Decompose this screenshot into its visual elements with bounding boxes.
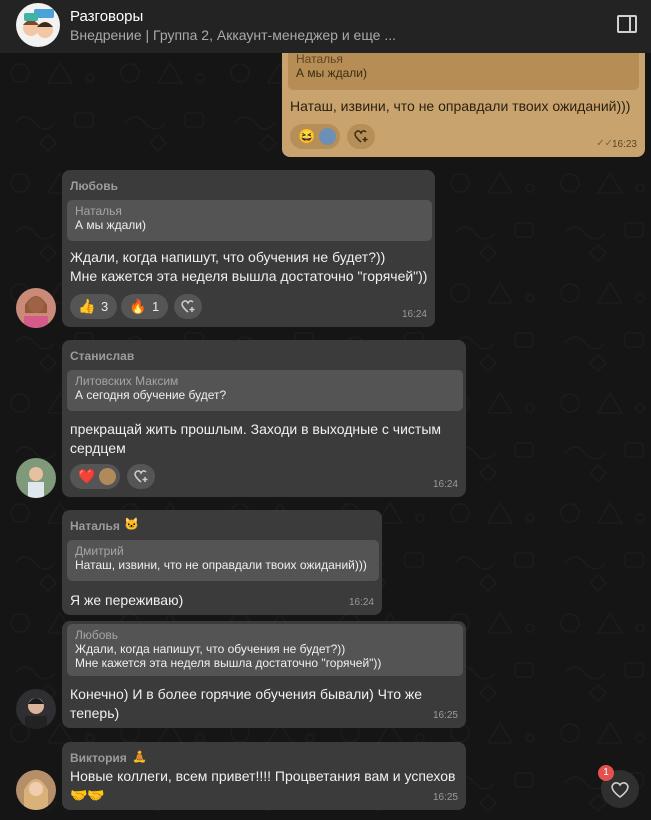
- quote-text: Наташ, извини, что не оправдали твоих ож…: [75, 558, 367, 572]
- quote-line: Ждали, когда напишут, что обучения не бу…: [75, 642, 346, 656]
- reaction-chip[interactable]: ❤️: [70, 464, 120, 489]
- message-line: Мне кажется эта неделя вышла достаточно …: [70, 268, 428, 284]
- sender-badge: 🐱: [124, 517, 139, 531]
- side-panel-icon[interactable]: [617, 15, 637, 33]
- notification-badge: 1: [598, 765, 614, 781]
- double-check-icon: ✓✓: [596, 138, 613, 149]
- reply-quote[interactable]: Литовских Максим А сегодня обучение буде…: [67, 370, 463, 411]
- reactor-avatar: [319, 128, 336, 145]
- message-bubble[interactable]: Любовь Наталья А мы ждали) Ждали, когда …: [62, 170, 435, 327]
- message-time: 16:23: [611, 139, 637, 150]
- message-time: 16:25: [432, 792, 458, 803]
- quote-author: Любовь: [75, 628, 119, 642]
- quote-text: А сегодня обучение будет?: [75, 388, 227, 402]
- reaction-count: 1: [152, 299, 160, 314]
- reaction-chip[interactable]: 👍 3: [70, 294, 117, 319]
- message-emoji: 🤝🤝: [70, 787, 105, 803]
- sender-name[interactable]: Наталья: [70, 519, 120, 533]
- add-reaction-icon: [134, 470, 148, 483]
- chat-header: Разговоры Внедрение | Группа 2, Аккаунт-…: [0, 0, 651, 53]
- quote-author: Дмитрий: [75, 544, 124, 558]
- message-time: 16:24: [432, 479, 458, 490]
- message-line: теперь): [70, 705, 120, 721]
- add-reaction-button[interactable]: [174, 294, 202, 319]
- message-bubble[interactable]: Наталья А мы ждали) Наташ, извини, что н…: [282, 44, 645, 157]
- sender-badge: 🧘: [132, 749, 147, 763]
- quote-text: А мы ждали): [296, 66, 367, 80]
- reaction-emoji: 😆: [298, 128, 316, 144]
- reply-quote[interactable]: Любовь Ждали, когда напишут, что обучени…: [67, 624, 463, 676]
- message-bubble[interactable]: Любовь Ждали, когда напишут, что обучени…: [62, 621, 466, 728]
- sender-name[interactable]: Станислав: [70, 349, 134, 363]
- message-text: Новые коллеги, всем привет!!!! Процветан…: [70, 768, 456, 784]
- add-reaction-icon: [181, 300, 195, 313]
- reply-quote[interactable]: Наталья А мы ждали): [67, 200, 432, 241]
- reactor-avatar: [99, 468, 116, 485]
- heart-emoji: ❤️: [78, 468, 96, 484]
- message-time: 16:25: [432, 710, 458, 721]
- sender-name[interactable]: Любовь: [70, 179, 118, 193]
- quote-line: Мне кажется эта неделя вышла достаточно …: [75, 656, 382, 670]
- chat-title: Разговоры: [70, 8, 144, 25]
- reaction-chip[interactable]: 😆: [290, 124, 340, 149]
- reply-quote[interactable]: Наталья А мы ждали): [288, 48, 639, 90]
- add-reaction-button[interactable]: [127, 464, 155, 489]
- message-time: 16:24: [348, 597, 374, 608]
- message-line: Конечно) И в более горячие обучения быва…: [70, 686, 423, 702]
- add-reaction-button[interactable]: [347, 124, 375, 149]
- add-reaction-icon: [354, 130, 368, 143]
- avatar-lyubov[interactable]: [16, 288, 56, 328]
- thumbs-up-emoji: 👍: [78, 298, 96, 314]
- quote-text: А мы ждали): [75, 218, 146, 232]
- message-line: прекращай жить прошлым. Заходи в выходны…: [70, 421, 441, 437]
- quote-author: Наталья: [75, 204, 122, 218]
- sender-name[interactable]: Виктория: [70, 751, 127, 765]
- message-text: Наташ, извини, что не оправдали твоих ож…: [290, 98, 631, 114]
- avatar-participant[interactable]: [16, 689, 56, 729]
- fire-emoji: 🔥: [129, 298, 147, 314]
- message-bubble[interactable]: Станислав Литовских Максим А сегодня обу…: [62, 340, 466, 497]
- message-bubble[interactable]: Виктория 🧘 Новые коллеги, всем привет!!!…: [62, 742, 466, 810]
- quote-author: Наталья: [296, 52, 343, 66]
- message-line: Ждали, когда напишут, что обучения не бу…: [70, 249, 386, 265]
- avatar-stanislav[interactable]: [16, 458, 56, 498]
- message-bubble[interactable]: Наталья 🐱 Дмитрий Наташ, извини, что не …: [62, 510, 382, 615]
- message-time: 16:24: [401, 309, 427, 320]
- message-text: Я же переживаю): [70, 592, 184, 608]
- message-line: сердцем: [70, 440, 126, 456]
- reply-quote[interactable]: Дмитрий Наташ, извини, что не оправдали …: [67, 540, 379, 581]
- avatar-viktoriya[interactable]: [16, 770, 56, 810]
- quote-author: Литовских Максим: [75, 374, 179, 388]
- group-avatar[interactable]: [16, 3, 60, 47]
- reaction-count: 3: [101, 299, 109, 314]
- reaction-chip[interactable]: 🔥 1: [121, 294, 168, 319]
- chat-subtitle[interactable]: Внедрение | Группа 2, Аккаунт-менеджер и…: [70, 27, 396, 43]
